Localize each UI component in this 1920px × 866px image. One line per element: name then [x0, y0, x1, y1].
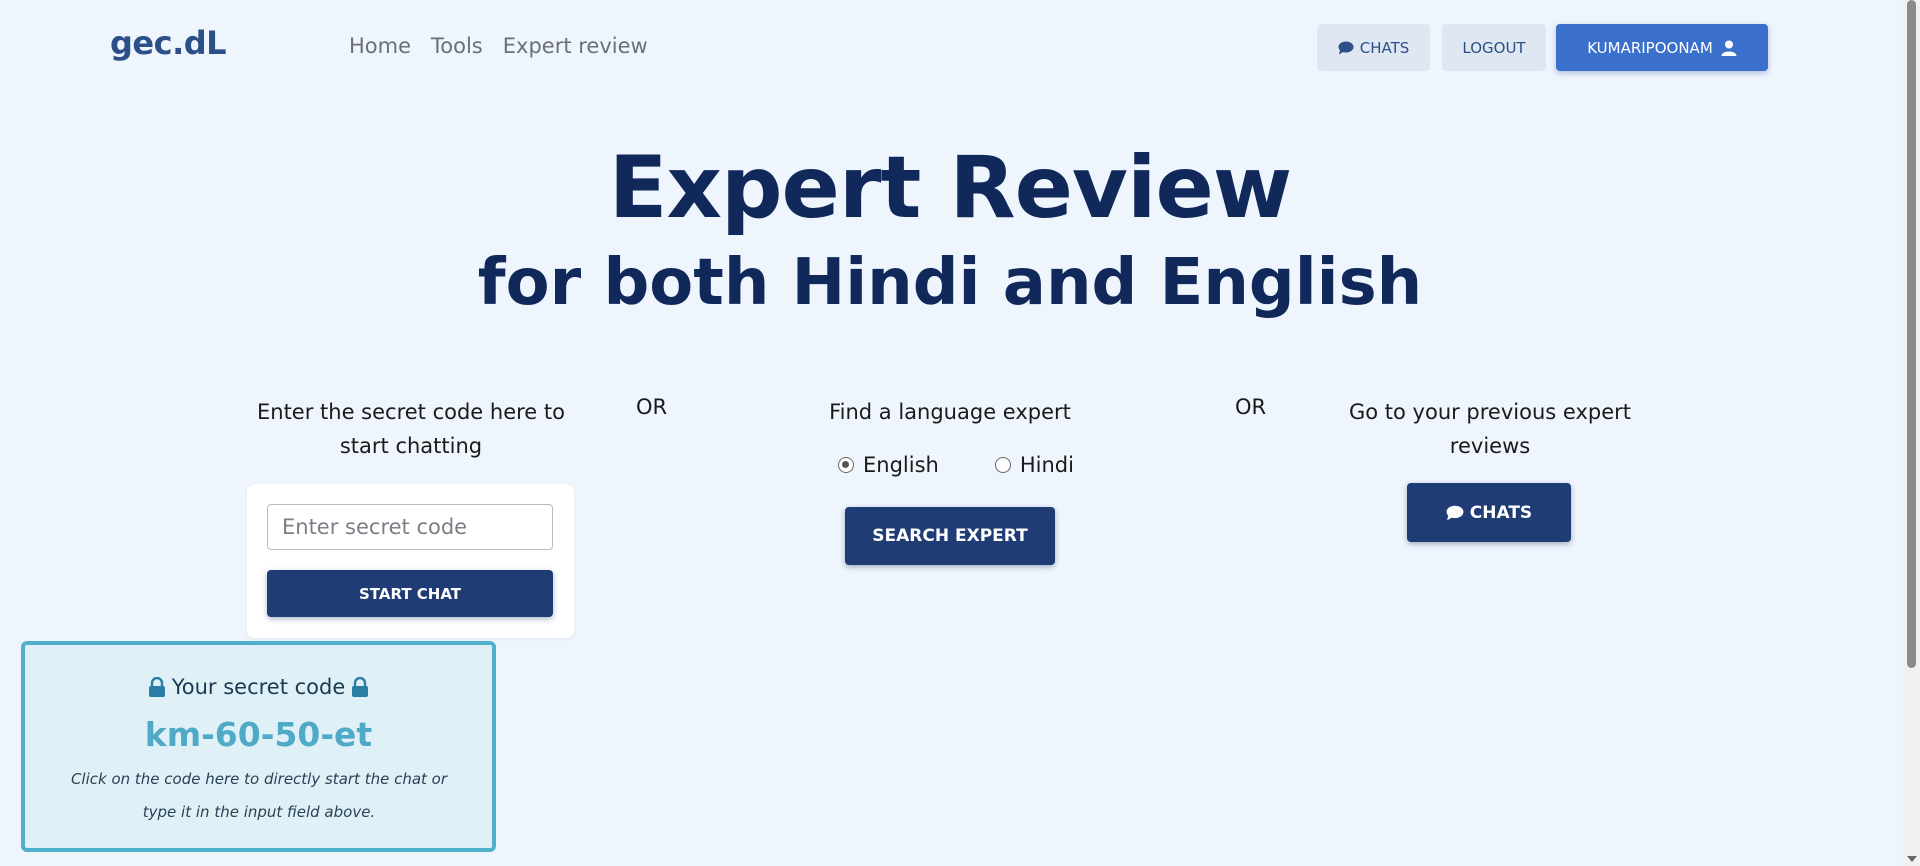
secret-code-input[interactable] [267, 504, 553, 550]
lock-icon [352, 677, 369, 697]
language-radio-group: English Hindi [838, 453, 1074, 477]
user-profile-button[interactable]: KUMARIPOONAM [1556, 24, 1768, 71]
vertical-scrollbar[interactable] [1903, 0, 1920, 866]
radio-english[interactable]: English [838, 453, 939, 477]
nav-link-home[interactable]: Home [349, 34, 411, 58]
start-chat-button[interactable]: START CHAT [267, 570, 553, 617]
secret-code-value[interactable]: km-60-50-et [25, 715, 492, 754]
main-nav: Home Tools Expert review [349, 34, 648, 58]
nav-chats-label: CHATS [1359, 38, 1410, 57]
secret-code-box: Your secret code km-60-50-et Click on th… [21, 641, 496, 852]
chat-bubble-icon [1446, 505, 1464, 520]
scrollbar-thumb[interactable] [1907, 0, 1916, 668]
secret-code-prompt: Enter the secret code here to start chat… [257, 400, 565, 458]
secret-code-heading-text: Your secret code [171, 675, 346, 699]
previous-reviews-prompt: Go to your previous expert reviews [1348, 400, 1631, 458]
lock-icon [148, 677, 165, 697]
nav-link-expert-review[interactable]: Expert review [503, 34, 648, 58]
logout-label: LOGOUT [1462, 38, 1526, 57]
secret-code-card: START CHAT [247, 484, 574, 638]
find-expert-prompt: Find a language expert [829, 400, 1071, 424]
brand-logo[interactable]: gec.dL [110, 24, 227, 62]
radio-english-label: English [863, 453, 939, 477]
scroll-down-arrow-icon[interactable] [1907, 856, 1917, 862]
chat-bubble-icon [1338, 41, 1354, 54]
radio-hindi-circle[interactable] [994, 457, 1011, 473]
previous-chats-label: CHATS [1469, 502, 1533, 523]
page: gec.dL Home Tools Expert review CHATS LO… [0, 0, 1920, 866]
radio-hindi[interactable]: Hindi [994, 453, 1074, 477]
radio-english-circle[interactable] [838, 457, 854, 473]
hero-title: Expert Review [608, 138, 1292, 238]
hero-subtitle: for both Hindi and English [477, 246, 1423, 320]
secret-code-heading: Your secret code [25, 675, 492, 699]
or-separator-1: OR [636, 395, 668, 419]
user-name-label: KUMARIPOONAM [1587, 38, 1713, 57]
search-expert-button[interactable]: SEARCH EXPERT [845, 507, 1055, 565]
logout-button[interactable]: LOGOUT [1442, 24, 1546, 71]
nav-link-tools[interactable]: Tools [431, 34, 483, 58]
secret-code-note: Click on the code here to directly start… [70, 770, 448, 821]
user-icon [1721, 40, 1737, 56]
nav-chats-button[interactable]: CHATS [1317, 24, 1430, 71]
previous-chats-button[interactable]: CHATS [1407, 483, 1571, 542]
radio-hindi-label: Hindi [1019, 453, 1074, 477]
or-separator-2: OR [1235, 395, 1267, 419]
